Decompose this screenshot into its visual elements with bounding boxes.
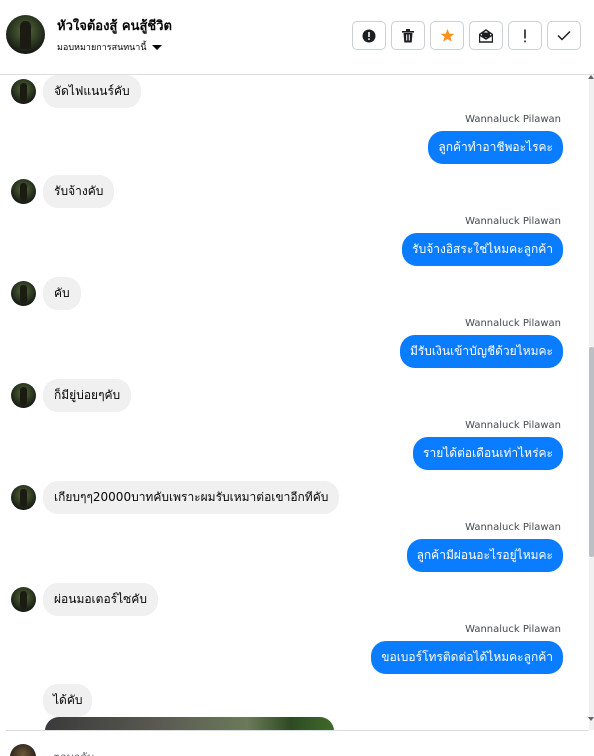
incoming-message: เกียบๆๆ20000บาทคับเพราะผมรับเหมาต่อเขาอี… (11, 481, 340, 514)
assign-label: มอบหมายการสนทนานี้ (57, 43, 147, 53)
check-icon (557, 30, 571, 41)
sender-name: Wannaluck Pilawan (465, 420, 561, 431)
sender-name: Wannaluck Pilawan (465, 624, 561, 635)
incoming-bubble[interactable]: ผ่อนมอเตอร์ไซคับ (43, 583, 158, 616)
reply-input[interactable]: ตอบกลับ... (53, 748, 105, 756)
image-attachment[interactable] (45, 717, 334, 730)
incoming-bubble[interactable]: ก็มียู่บ่อยๆคับ (43, 379, 132, 412)
contact-name[interactable]: หัวใจต้องสู้ คนสู้ชีวิต (57, 15, 172, 36)
sender-avatar (11, 485, 36, 510)
star-button[interactable] (430, 21, 464, 50)
incoming-bubble[interactable]: ได้คับ (43, 684, 93, 717)
sender-avatar (11, 587, 36, 612)
incoming-bubble[interactable]: จัดไฟแนนร์คับ (43, 75, 141, 108)
sender-avatar (11, 383, 36, 408)
header-actions (352, 21, 581, 50)
contact-avatar[interactable] (6, 15, 45, 54)
message-thread[interactable]: จัดไฟแนนร์คับ Wannaluck Pilawan ลูกค้าทำ… (0, 75, 589, 730)
incoming-message: รับจ้างคับ (11, 175, 115, 208)
reply-composer[interactable]: ตอบกลับ... (6, 730, 589, 756)
incoming-message: ผ่อนมอเตอร์ไซคับ (11, 583, 158, 616)
thread-scrollbar[interactable] (589, 75, 594, 730)
agent-avatar (10, 744, 36, 756)
sender-name: Wannaluck Pilawan (465, 318, 561, 329)
incoming-bubble[interactable]: รับจ้างคับ (43, 175, 115, 208)
mail-icon (479, 28, 493, 43)
delete-button[interactable] (391, 21, 425, 50)
mark-done-button[interactable] (547, 21, 581, 50)
sender-avatar (11, 281, 36, 306)
alert-button[interactable] (352, 21, 386, 50)
incoming-message: ก็มียู่บ่อยๆคับ (11, 379, 132, 412)
sender-name: Wannaluck Pilawan (465, 114, 561, 125)
outgoing-bubble[interactable]: ขอเบอร์โทรติดต่อได้ไหมคะลูกค้า (371, 641, 563, 674)
alert-circle-icon (362, 29, 376, 42)
sender-name: Wannaluck Pilawan (465, 216, 561, 227)
incoming-bubble[interactable]: คับ (43, 277, 81, 310)
scrollbar-thumb[interactable] (589, 347, 594, 557)
report-button[interactable] (508, 21, 542, 50)
star-icon (440, 28, 454, 42)
outgoing-bubble[interactable]: รายได้ต่อเดือนเท่าไหร่คะ (413, 437, 563, 470)
caret-down-icon (151, 44, 162, 50)
outgoing-bubble[interactable]: ลูกค้ามีผ่อนอะไรอยู่ไหมคะ (406, 539, 563, 572)
sender-avatar (11, 179, 36, 204)
scroll-down-arrow-icon[interactable] (588, 717, 594, 721)
conversation-header: หัวใจต้องสู้ คนสู้ชีวิต มอบหมายการสนทนาน… (0, 0, 594, 75)
sender-avatar (11, 79, 36, 104)
mark-unread-button[interactable] (469, 21, 503, 50)
incoming-message: คับ (11, 277, 81, 310)
sender-name: Wannaluck Pilawan (465, 522, 561, 533)
outgoing-bubble[interactable]: ลูกค้าทำอาชีพอะไรคะ (428, 131, 563, 164)
assign-conversation-dropdown[interactable]: มอบหมายการสนทนานี้ (57, 40, 162, 54)
trash-icon (402, 28, 414, 42)
outgoing-bubble[interactable]: รับจ้างอิสระใช่ไหมคะลูกค้า (402, 233, 563, 266)
incoming-bubble[interactable]: เกียบๆๆ20000บาทคับเพราะผมรับเหมาต่อเขาอี… (43, 481, 340, 514)
incoming-message: จัดไฟแนนร์คับ (11, 75, 141, 108)
scroll-up-arrow-icon[interactable] (588, 75, 594, 79)
outgoing-bubble[interactable]: มีรับเงินเข้าบัญชีด้วยไหมคะ (399, 335, 563, 368)
exclamation-icon (524, 29, 526, 42)
